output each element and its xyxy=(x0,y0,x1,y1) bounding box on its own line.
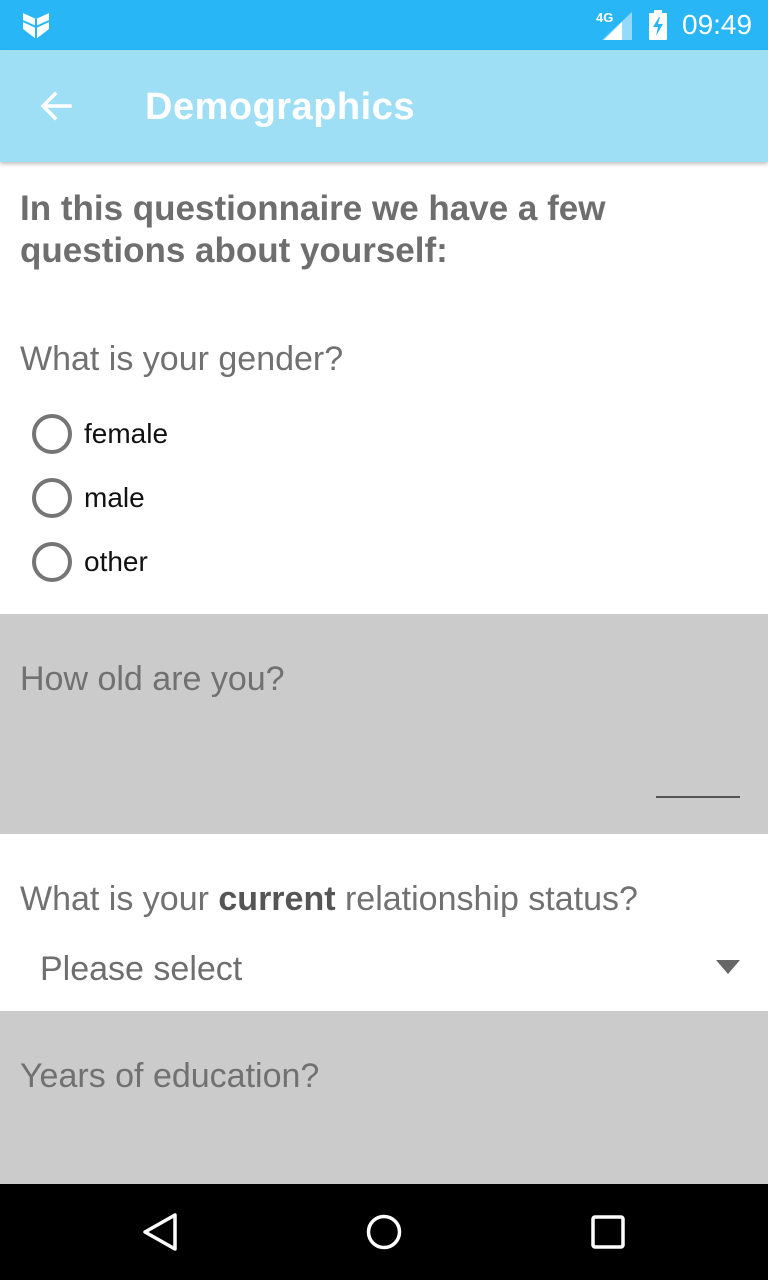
home-circle-icon[interactable] xyxy=(366,1214,402,1250)
radio-other[interactable]: other xyxy=(32,540,148,584)
recents-square-icon[interactable] xyxy=(591,1215,625,1249)
radio-label: female xyxy=(84,418,169,449)
relationship-label-before: What is your xyxy=(20,880,219,918)
navigation-bar xyxy=(0,1184,768,1280)
relationship-label-after: relationship status? xyxy=(335,880,638,918)
dropdown-arrow-icon[interactable] xyxy=(716,960,740,974)
age-input-underline xyxy=(656,796,740,798)
intro-text: In this questionnaire we have a few ques… xyxy=(20,189,606,270)
app-bar: Demographics xyxy=(0,50,768,162)
age-section xyxy=(0,614,768,834)
education-question-label: Years of education? xyxy=(20,1057,320,1095)
relationship-label-bold: current xyxy=(218,880,336,918)
gender-question-label: What is your gender? xyxy=(20,340,344,378)
relationship-question-label: What is your current relationship status… xyxy=(20,880,638,919)
arrow-back-icon[interactable] xyxy=(38,88,74,124)
back-triangle-icon[interactable] xyxy=(142,1212,178,1252)
radio-label: other xyxy=(84,546,148,577)
radio-circle-icon[interactable] xyxy=(32,478,72,518)
signal-icon xyxy=(602,12,632,40)
age-question-label: How old are you? xyxy=(20,660,285,698)
radio-label: male xyxy=(84,482,145,513)
radio-circle-icon[interactable] xyxy=(32,542,72,582)
status-bar: 4G 09:49 xyxy=(0,0,768,50)
relationship-select-value: Please select xyxy=(40,950,243,988)
radio-male[interactable]: male xyxy=(32,476,145,520)
age-input[interactable] xyxy=(640,740,750,800)
radio-female[interactable]: female xyxy=(32,412,168,456)
radio-circle-icon[interactable] xyxy=(32,414,72,454)
clock: 09:49 xyxy=(682,9,753,40)
education-section xyxy=(0,1011,768,1184)
page-title: Demographics xyxy=(145,86,415,128)
app-logo-icon xyxy=(22,13,50,39)
battery-charging-icon xyxy=(649,10,667,40)
